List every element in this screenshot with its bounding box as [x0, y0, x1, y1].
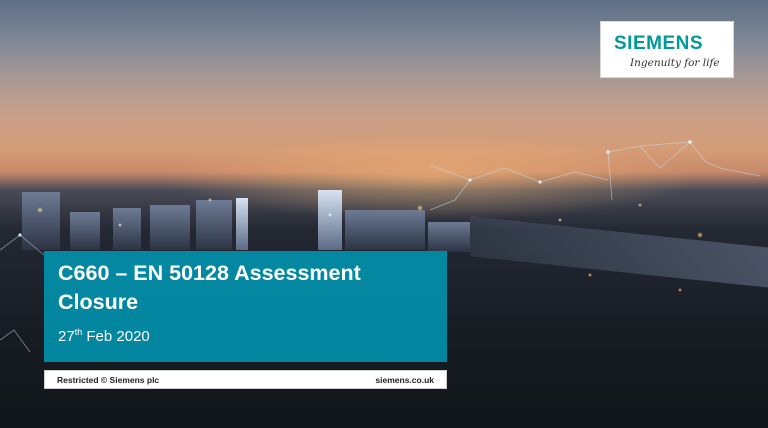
footer-website: siemens.co.uk: [375, 375, 434, 385]
slide: SIEMENS Ingenuity for life C660 – EN 501…: [0, 0, 768, 428]
date-month-year: Feb 2020: [82, 328, 150, 345]
date-day: 27: [58, 328, 75, 345]
network-line: [0, 234, 45, 256]
network-line: [639, 141, 691, 169]
slide-date: 27th Feb 2020: [58, 327, 150, 345]
footer-bar: Restricted © Siemens plc siemens.co.uk: [44, 370, 447, 389]
footer-classification: Restricted © Siemens plc: [57, 375, 160, 385]
logo-tagline: Ingenuity for life: [630, 57, 720, 69]
logo-wordmark: SIEMENS: [614, 33, 704, 54]
network-node: [468, 178, 472, 182]
network-line: [429, 164, 609, 183]
network-line: [429, 179, 471, 211]
network-line: [607, 151, 613, 201]
siemens-logo: SIEMENS Ingenuity for life: [600, 21, 734, 78]
network-node: [538, 180, 542, 184]
network-line: [0, 329, 31, 353]
network-node: [18, 233, 22, 237]
title-panel: C660 – EN 50128 Assessment Closure 27th …: [44, 251, 447, 362]
network-node: [606, 150, 610, 154]
network-node: [688, 140, 692, 144]
slide-title: C660 – EN 50128 Assessment Closure: [58, 261, 361, 314]
